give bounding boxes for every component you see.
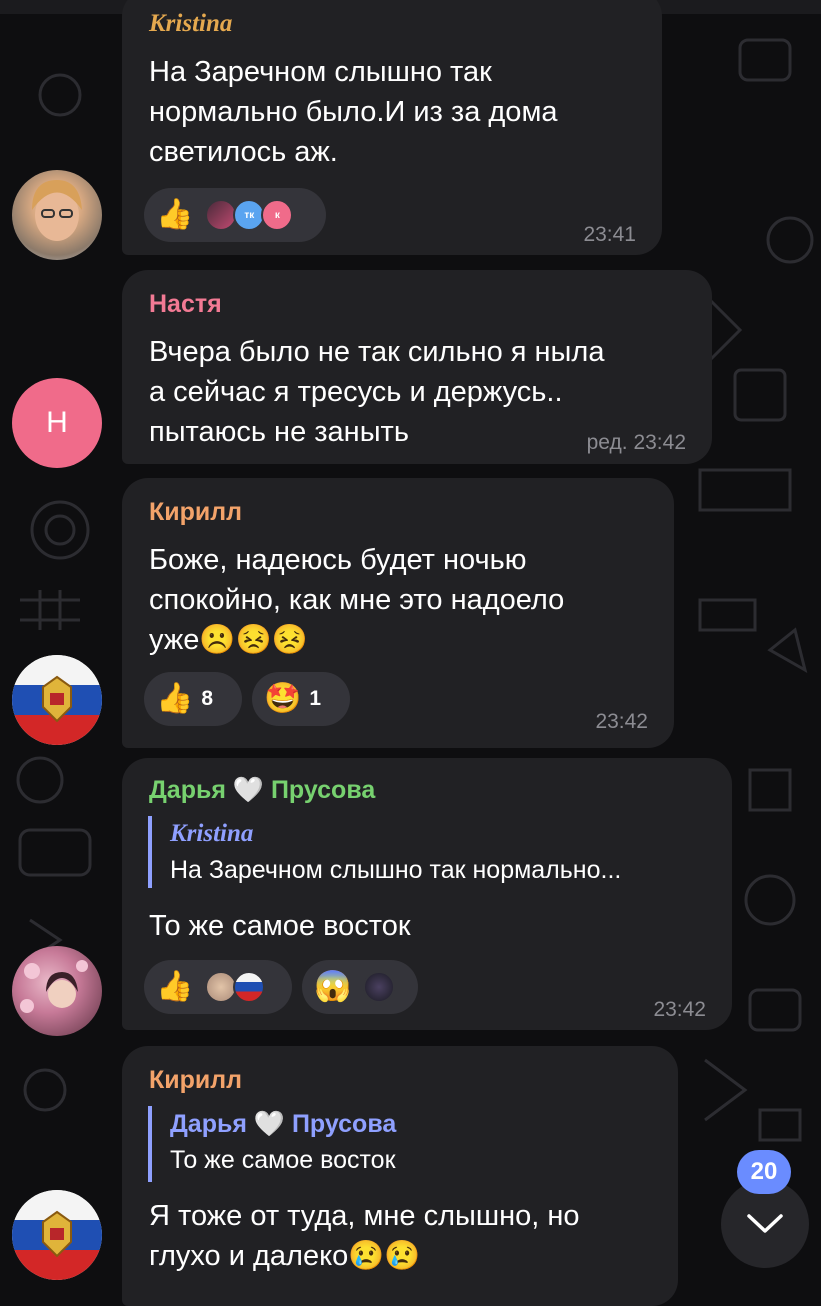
- message-bubble[interactable]: Kristina На Заречном слышно так нормальн…: [122, 0, 662, 255]
- chevron-down-icon: [747, 1214, 783, 1233]
- reactor-avatar: [363, 971, 396, 1003]
- reactor-avatar: [233, 971, 266, 1003]
- message-time: 23:42: [653, 998, 706, 1021]
- message-time: 23:41: [583, 223, 636, 246]
- message-text-line: уже☹️😣😣: [149, 624, 308, 656]
- avatar[interactable]: Н: [12, 378, 102, 468]
- message-text-line: Боже, надеюсь будет ночью: [149, 544, 527, 576]
- message-text-line: спокойно, как мне это надоело: [149, 584, 565, 616]
- message-text-line: Я тоже от туда, мне слышно, но: [149, 1200, 580, 1232]
- reaction-count: 1: [309, 687, 322, 710]
- message-text-line: пытаюсь не заныть: [149, 416, 409, 448]
- scream-icon: 😱: [314, 970, 352, 1003]
- thumbs-up-icon: 👍: [156, 970, 194, 1003]
- flag-emblem-icon: [12, 655, 102, 745]
- star-struck-icon: 🤩: [264, 682, 302, 715]
- message-bubble[interactable]: Кирилл Дарья 🤍 Прусова То же самое восто…: [122, 1046, 678, 1306]
- avatar-photo: [32, 180, 82, 241]
- reply-sender: Kristina: [170, 820, 254, 847]
- message-time: ред. 23:42: [586, 431, 686, 454]
- flag-emblem-icon: [12, 1190, 102, 1280]
- avatar[interactable]: [12, 170, 102, 260]
- message-bubble[interactable]: Настя Вчера было не так сильно я ныла а …: [122, 270, 712, 464]
- message-sender: Дарья 🤍 Прусова: [149, 776, 376, 804]
- avatar-photo: [20, 960, 88, 1013]
- message-text-line: На Заречном слышно так: [149, 56, 492, 88]
- reaction-thumbs-up[interactable]: 👍 тк к: [144, 188, 326, 242]
- message-text-line: То же самое восток: [149, 910, 411, 942]
- reactor-avatar: к: [261, 199, 294, 231]
- message-sender: Кирилл: [149, 1066, 243, 1094]
- avatar[interactable]: [12, 655, 102, 745]
- message-sender: Kristina: [149, 10, 233, 37]
- avatar[interactable]: [12, 1190, 102, 1280]
- reaction-count: 8: [201, 687, 214, 710]
- reply-quote[interactable]: Дарья 🤍 Прусова То же самое восток: [148, 1106, 396, 1182]
- message-text-line: глухо и далеко😢😢: [149, 1240, 421, 1272]
- reaction-thumbs-up[interactable]: 👍: [144, 960, 292, 1014]
- message-time: 23:42: [595, 710, 648, 733]
- thumbs-up-icon: 👍: [156, 198, 194, 231]
- reply-text: На Заречном слышно так нормально...: [170, 856, 622, 884]
- reply-sender: Дарья 🤍 Прусова: [170, 1110, 397, 1138]
- message-text-line: светилось аж.: [149, 136, 338, 168]
- reply-text: То же самое восток: [170, 1146, 396, 1174]
- reaction-star-struck[interactable]: 🤩 1: [252, 672, 350, 726]
- reaction-scream[interactable]: 😱: [302, 960, 418, 1014]
- message-sender: Кирилл: [149, 498, 243, 526]
- message-text-line: нормально было.И из за дома: [149, 96, 558, 128]
- message-text-line: Вчера было не так сильно я ныла: [149, 336, 605, 368]
- message-sender: Настя: [149, 290, 222, 318]
- message-bubble[interactable]: Дарья 🤍 Прусова Kristina На Заречном слы…: [122, 758, 732, 1030]
- reply-quote[interactable]: Kristina На Заречном слышно так нормальн…: [148, 816, 621, 888]
- avatar[interactable]: [12, 946, 102, 1036]
- unread-count-badge: 20: [737, 1150, 791, 1194]
- thumbs-up-icon: 👍: [156, 682, 194, 715]
- message-bubble[interactable]: Кирилл Боже, надеюсь будет ночью спокойн…: [122, 478, 674, 748]
- reaction-thumbs-up[interactable]: 👍 8: [144, 672, 242, 726]
- message-text-line: а сейчас я тресусь и держусь..: [149, 376, 563, 408]
